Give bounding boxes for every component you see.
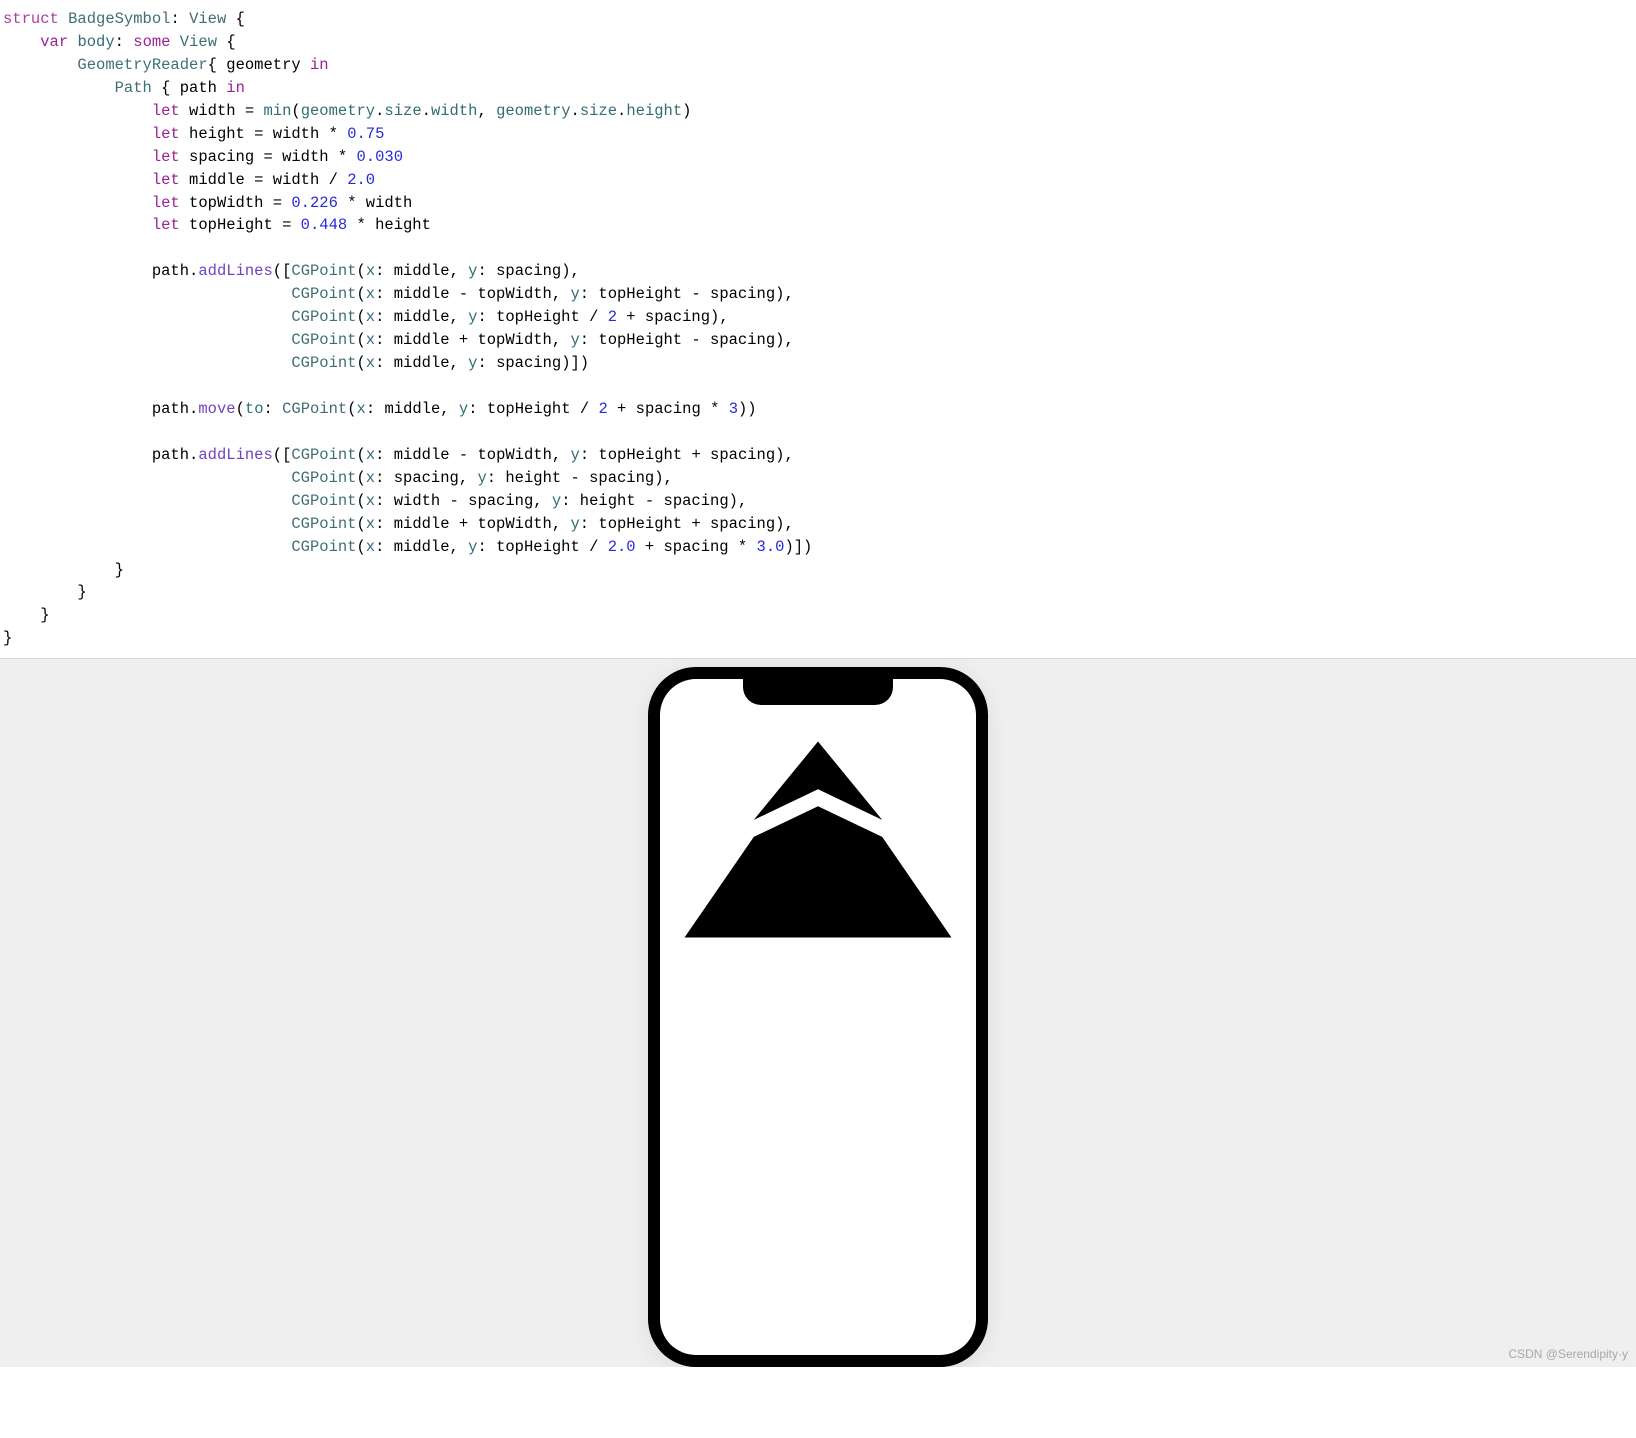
keyword-in: in (310, 56, 329, 74)
phone-frame (648, 667, 988, 1367)
phone-notch (743, 679, 893, 705)
code-editor[interactable]: struct BadgeSymbol: View { var body: som… (0, 0, 1636, 659)
keyword-var: var (40, 33, 68, 51)
phone-screen (660, 679, 976, 1355)
type-cgpoint: CGPoint (291, 262, 356, 280)
type-view: View (189, 10, 226, 28)
func-min: min (263, 102, 291, 120)
ident-body: body (77, 33, 114, 51)
literal-number: 0.75 (347, 125, 384, 143)
keyword-let: let (152, 102, 180, 120)
preview-canvas: CSDN @Serendipity·y (0, 659, 1636, 1367)
method-addlines: addLines (198, 262, 272, 280)
keyword-some: some (133, 33, 170, 51)
type-badgesymbol: BadgeSymbol (68, 10, 170, 28)
watermark: CSDN @Serendipity·y (1508, 1346, 1628, 1364)
type-geometryreader: GeometryReader (77, 56, 207, 74)
keyword-struct: struct (3, 10, 59, 28)
type-path: Path (115, 79, 152, 97)
badge-symbol-icon (676, 733, 960, 1017)
method-move: move (198, 400, 235, 418)
